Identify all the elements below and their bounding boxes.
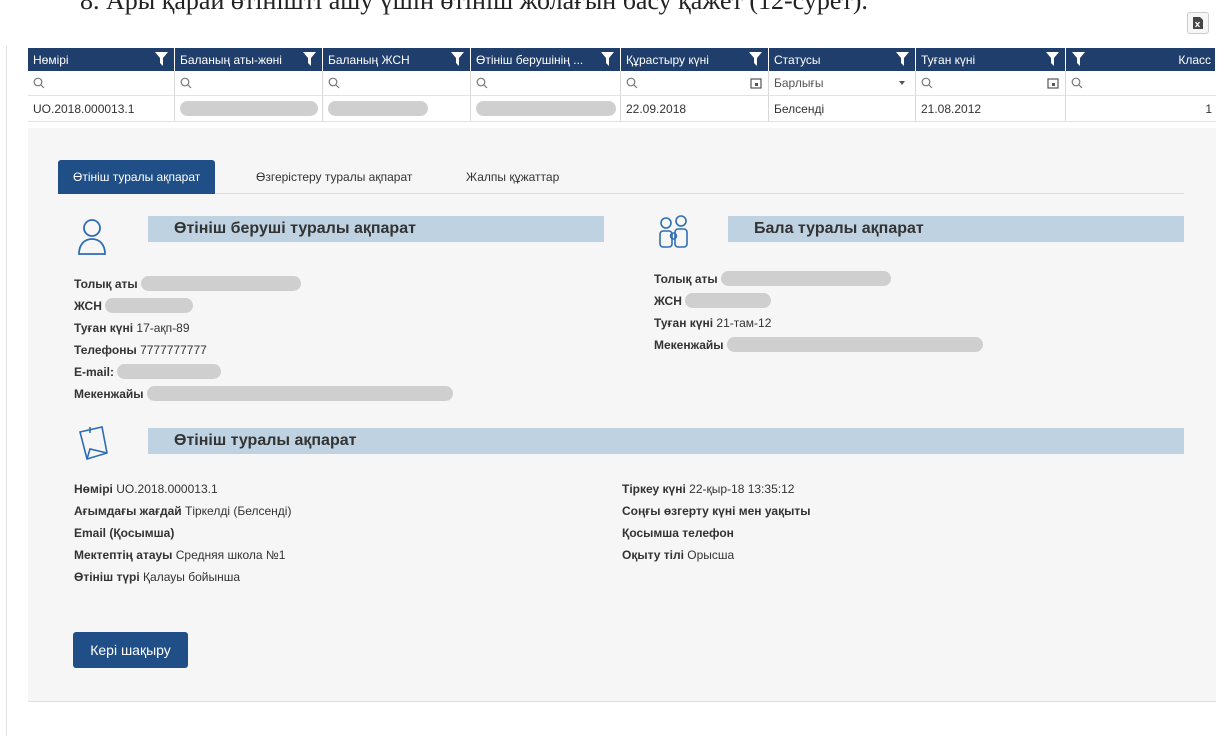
- column-header-child-name[interactable]: Баланың аты-жөні: [175, 48, 323, 71]
- redacted-text: [685, 293, 772, 308]
- redacted-text: [146, 386, 453, 401]
- application-type: Өтініш түрі Қалауы бойынша: [74, 570, 240, 584]
- column-header-applicant[interactable]: Өтініш берушінің ...: [471, 48, 621, 71]
- left-divider: [6, 46, 7, 736]
- filter-icon[interactable]: [896, 52, 909, 66]
- application-reg-date: Тіркеу күні 22-қыр-18 13:35:12: [622, 482, 795, 496]
- cell-status: Белсенді: [769, 96, 916, 121]
- application-extra-phone: Қосымша телефон: [622, 526, 734, 540]
- applicant-section-title: Өтініш беруші туралы ақпарат: [148, 216, 604, 242]
- child-birth: Туған күні 21-там-12: [654, 316, 772, 330]
- search-icon: [33, 77, 45, 89]
- child-address: Мекенжайы: [654, 334, 1114, 356]
- tab-general-documents[interactable]: Жалпы құжаттар: [451, 160, 574, 194]
- redacted-text: [105, 298, 194, 313]
- application-info-right: Тіркеу күні 22-қыр-18 13:35:12 Соңғы өзг…: [622, 478, 1162, 566]
- cell-birth: 21.08.2012: [916, 96, 1066, 121]
- child-section-title: Бала туралы ақпарат: [728, 216, 1184, 242]
- cell-applicant: [471, 96, 621, 121]
- applicant-email: E-mail:: [74, 361, 534, 383]
- note-icon: [79, 426, 108, 461]
- redacted-text: [117, 364, 222, 379]
- export-excel-button[interactable]: [1187, 12, 1209, 34]
- filter-icon[interactable]: [303, 52, 316, 66]
- chevron-down-icon: [899, 81, 905, 85]
- search-icon: [626, 77, 638, 89]
- application-number: Нөмірі UO.2018.000013.1: [74, 482, 218, 496]
- column-header-status[interactable]: Статусы: [769, 48, 916, 71]
- redacted-text: [140, 276, 301, 291]
- filter-icon[interactable]: [155, 52, 168, 66]
- filter-number-input[interactable]: [28, 71, 175, 95]
- applicant-phone: Телефоны 7777777777: [74, 343, 207, 357]
- cell-created: 22.09.2018: [621, 96, 769, 121]
- tab-changes-info[interactable]: Өзгерістеру туралы ақпарат: [241, 160, 427, 194]
- applications-grid: Нөмірі Баланың аты-жөні Баланың ЖСН Өтін…: [28, 48, 1216, 122]
- filter-icon[interactable]: [1072, 52, 1085, 66]
- redacted-text: [476, 101, 616, 116]
- filter-child-name-input[interactable]: [175, 71, 323, 95]
- person-icon: [78, 219, 106, 255]
- search-icon: [328, 77, 340, 89]
- redacted-text: [726, 337, 983, 352]
- redacted-text: [328, 101, 428, 116]
- column-header-child-iin[interactable]: Баланың ЖСН: [323, 48, 471, 71]
- applicant-iin: ЖСН: [74, 295, 534, 317]
- application-extra-email: Email (Қосымша): [74, 526, 175, 540]
- calendar-icon[interactable]: [1047, 77, 1059, 89]
- column-header-created[interactable]: Құрастыру күні: [621, 48, 769, 71]
- detail-tabs: Өтініш туралы ақпарат Өзгерістеру туралы…: [58, 160, 1184, 194]
- child-fullname: Толық аты: [654, 268, 1114, 290]
- document-caption: 8. Ары қарай өтінішті ашу үшін өтініш жо…: [80, 0, 868, 15]
- application-modified: Соңғы өзгерту күні мен уақыты: [622, 504, 811, 518]
- child-iin: ЖСН: [654, 290, 1114, 312]
- child-info: Толық аты ЖСН Туған күні 21-там-12 Мекен…: [654, 268, 1114, 356]
- applicant-info: Толық аты ЖСН Туған күні 17-ақп-89 Телеф…: [74, 273, 534, 405]
- applicant-birth: Туған күні 17-ақп-89: [74, 321, 190, 335]
- applicant-address: Мекенжайы: [74, 383, 534, 405]
- filter-status-select[interactable]: Барлығы: [769, 71, 916, 95]
- search-icon: [476, 77, 488, 89]
- application-school: Мектептің атауы Средняя школа №1: [74, 548, 286, 562]
- cell-child-name: [175, 96, 323, 121]
- column-header-birth[interactable]: Туған күні: [916, 48, 1066, 71]
- redacted-text: [720, 271, 891, 286]
- recall-button[interactable]: Кері шақыру: [73, 632, 188, 668]
- filter-applicant-input[interactable]: [471, 71, 621, 95]
- column-header-number[interactable]: Нөмірі: [28, 48, 175, 71]
- redacted-text: [180, 101, 318, 116]
- grid-header-row: Нөмірі Баланың аты-жөні Баланың ЖСН Өтін…: [28, 48, 1216, 71]
- filter-class-input[interactable]: [1066, 71, 1216, 95]
- application-detail-panel: Өтініш туралы ақпарат Өзгерістеру туралы…: [28, 128, 1216, 702]
- calendar-icon[interactable]: [750, 77, 762, 89]
- search-icon: [180, 77, 192, 89]
- child-parent-icon: [659, 215, 688, 248]
- grid-filter-row: Барлығы: [28, 71, 1216, 96]
- search-icon: [1071, 77, 1083, 89]
- cell-number: UO.2018.000013.1: [28, 96, 175, 121]
- applicant-fullname: Толық аты: [74, 273, 534, 295]
- application-state: Ағымдағы жағдай Тіркелді (Белсенді): [74, 504, 292, 518]
- application-info-left: Нөмірі UO.2018.000013.1 Ағымдағы жағдай …: [74, 478, 594, 588]
- filter-child-iin-input[interactable]: [323, 71, 471, 95]
- filter-icon[interactable]: [451, 52, 464, 66]
- tab-application-info[interactable]: Өтініш туралы ақпарат: [58, 160, 216, 194]
- table-row[interactable]: UO.2018.000013.1 22.09.2018 Белсенді 21.…: [28, 96, 1216, 122]
- filter-icon[interactable]: [1046, 52, 1059, 66]
- application-language: Оқыту тілі Орысша: [622, 548, 735, 562]
- filter-birth-input[interactable]: [916, 71, 1066, 95]
- filter-created-input[interactable]: [621, 71, 769, 95]
- search-icon: [921, 77, 933, 89]
- cell-child-iin: [323, 96, 471, 121]
- excel-file-icon: [1193, 17, 1203, 29]
- application-section-title: Өтініш туралы ақпарат: [148, 428, 1184, 454]
- filter-icon[interactable]: [601, 52, 614, 66]
- cell-class: 1: [1205, 101, 1212, 116]
- column-header-class[interactable]: Класс: [1066, 48, 1216, 71]
- filter-icon[interactable]: [749, 52, 762, 66]
